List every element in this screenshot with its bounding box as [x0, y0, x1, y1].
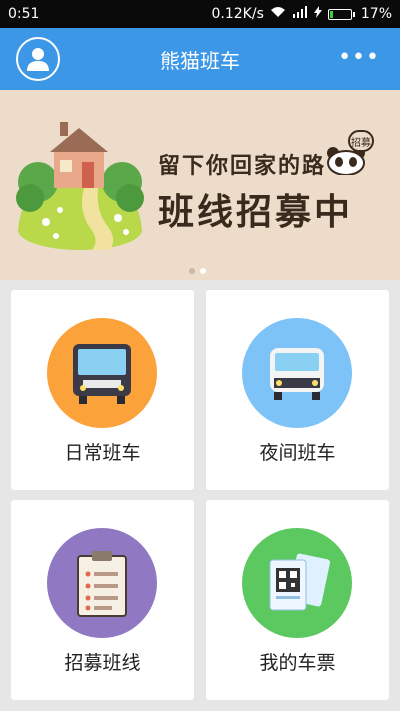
more-icon[interactable]: •••: [338, 47, 380, 69]
pager-dot-active[interactable]: [200, 268, 206, 274]
pager-dot[interactable]: [189, 268, 195, 274]
recruit-badge: 招募: [348, 130, 374, 152]
daily-shuttle-card[interactable]: 日常班车: [11, 290, 194, 490]
card-label: 我的车票: [259, 652, 336, 674]
user-avatar-icon[interactable]: [16, 37, 60, 81]
status-bar: 0:51 0.12K/s 17%: [0, 0, 400, 28]
battery-icon: [327, 8, 355, 20]
banner-pager: [189, 268, 206, 274]
network-speed: 0.12K/s: [211, 6, 264, 22]
charging-icon: [313, 6, 322, 22]
bus-icon: [47, 318, 157, 428]
page-title: 熊猫班车: [160, 48, 240, 73]
van-icon: [242, 318, 352, 428]
wifi-icon: [270, 6, 286, 22]
night-shuttle-card[interactable]: 夜间班车: [206, 290, 389, 490]
ticket-icon: [242, 528, 352, 638]
banner-headline: 留下你回家的路: [158, 154, 327, 179]
clipboard-icon: [47, 528, 157, 638]
my-tickets-card[interactable]: 我的车票: [206, 500, 389, 700]
status-time: 0:51: [8, 6, 40, 22]
house-illustration: [16, 122, 144, 250]
card-label: 招募班线: [64, 652, 141, 674]
battery-percent: 17%: [360, 6, 392, 22]
signal-icon: [292, 6, 308, 22]
app-header: 熊猫班车 •••: [0, 28, 400, 90]
card-label: 日常班车: [64, 442, 141, 464]
promo-banner[interactable]: 留下你回家的路 班线招募中 招募: [0, 90, 400, 280]
card-label: 夜间班车: [259, 442, 336, 464]
recruit-route-card[interactable]: 招募班线: [11, 500, 194, 700]
banner-subheadline: 班线招募中: [158, 192, 354, 233]
